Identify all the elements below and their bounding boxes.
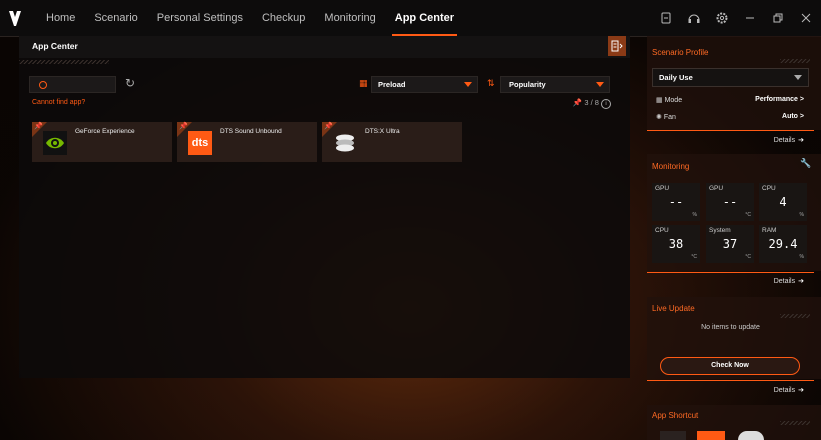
close-icon[interactable] xyxy=(799,11,813,25)
fan-label: Fan xyxy=(663,114,676,121)
chevron-down-icon xyxy=(464,82,472,87)
sort-label: Popularity xyxy=(509,80,546,89)
page-title: App Center xyxy=(32,41,78,51)
pin-counter: 📌 3 / 8 i xyxy=(573,98,611,109)
dtsx-icon xyxy=(333,131,357,155)
metric-cpu-usage: CPU 4% xyxy=(759,183,807,221)
scenario-profile-title: Scenario Profile xyxy=(652,48,709,57)
app-card-dts[interactable]: 📌 dts DTS Sound Unbound xyxy=(177,122,317,162)
dts-icon: dts xyxy=(188,131,212,155)
scenario-details-link[interactable]: Details ➔ xyxy=(774,136,804,144)
window-controls xyxy=(645,0,813,36)
refresh-icon[interactable]: ↻ xyxy=(125,76,135,90)
app-shortcut-title: App Shortcut xyxy=(652,411,699,420)
decorative-hatch xyxy=(780,421,810,425)
main-nav: Home Scenario Personal Settings Checkup … xyxy=(46,0,473,36)
info-icon[interactable]: i xyxy=(601,99,611,109)
restore-icon[interactable] xyxy=(771,11,785,25)
profile-icon[interactable] xyxy=(659,11,673,25)
wrench-icon[interactable]: 🔧 xyxy=(800,158,811,169)
filter-dropdown[interactable]: Preload xyxy=(371,76,478,93)
pin-icon[interactable]: 📌 xyxy=(34,122,43,130)
decorative-hatch xyxy=(780,59,810,63)
nav-app-center[interactable]: App Center xyxy=(391,0,458,36)
section-divider xyxy=(647,380,814,381)
pin-icon[interactable]: 📌 xyxy=(324,122,333,130)
nav-checkup[interactable]: Checkup xyxy=(262,0,305,36)
nav-personal-settings[interactable]: Personal Settings xyxy=(157,0,243,36)
metric-cpu-temp: CPU 38 °C xyxy=(652,225,700,263)
shortcut-item[interactable] xyxy=(697,431,725,440)
scenario-profile-value: Daily Use xyxy=(659,73,693,82)
live-update-message: No items to update xyxy=(701,324,760,331)
chevron-down-icon xyxy=(794,75,802,80)
live-update-details-link[interactable]: Details ➔ xyxy=(774,386,804,394)
arrow-right-icon: ➔ xyxy=(798,387,804,394)
app-card-dtsx[interactable]: 📌 DTS:X Ultra xyxy=(322,122,462,162)
headset-icon[interactable] xyxy=(687,11,701,25)
settings-icon[interactable] xyxy=(715,11,729,25)
minimize-icon[interactable] xyxy=(743,11,757,25)
predator-logo-icon xyxy=(9,11,21,26)
sort-icon: ⇅ xyxy=(487,78,495,88)
metric-system-temp: System 37 °C xyxy=(706,225,754,263)
geforce-icon xyxy=(43,131,67,155)
arrow-right-icon: ➔ xyxy=(798,137,804,144)
collapse-sidebar-button[interactable] xyxy=(608,36,626,56)
shortcut-item[interactable] xyxy=(660,431,686,440)
chevron-down-icon xyxy=(596,82,604,87)
mode-label: Mode xyxy=(664,97,683,104)
cannot-find-app-link[interactable]: Cannot find app? xyxy=(32,99,85,106)
filter-label: Preload xyxy=(378,80,406,89)
nav-monitoring[interactable]: Monitoring xyxy=(324,0,375,36)
collapse-icon xyxy=(611,40,623,52)
search-icon xyxy=(39,81,47,89)
live-update-title: Live Update xyxy=(652,304,695,313)
filter-icon: ▦ xyxy=(359,78,368,88)
pin-icon[interactable]: 📌 xyxy=(179,122,188,130)
section-divider xyxy=(647,130,814,131)
panel-header: App Center xyxy=(19,36,630,58)
details-label: Details xyxy=(773,137,796,144)
pin-count-text: 3 / 8 xyxy=(584,98,599,107)
app-name: DTS:X Ultra xyxy=(365,128,400,135)
details-label: Details xyxy=(773,278,796,285)
fan-row[interactable]: ✺ Fan xyxy=(656,113,676,121)
nav-scenario[interactable]: Scenario xyxy=(94,0,137,36)
decorative-hatch xyxy=(780,314,810,318)
monitoring-title: Monitoring xyxy=(652,162,690,171)
check-now-button[interactable]: Check Now xyxy=(660,357,800,375)
sort-dropdown[interactable]: Popularity xyxy=(500,76,610,93)
app-center-panel: App Center ↻ ▦ Preload ⇅ Popularity Cann… xyxy=(19,36,630,378)
nav-home[interactable]: Home xyxy=(46,0,75,36)
pin-icon: 📌 xyxy=(572,98,583,107)
metric-gpu-usage: GPU --% xyxy=(652,183,700,221)
fan-icon: ✺ xyxy=(656,114,662,121)
shortcut-item[interactable] xyxy=(738,431,764,440)
monitoring-details-link[interactable]: Details ➔ xyxy=(774,277,804,285)
decorative-hatch xyxy=(19,60,109,64)
arrow-right-icon: ➔ xyxy=(798,278,804,285)
app-name: DTS Sound Unbound xyxy=(220,128,282,135)
fan-value[interactable]: Auto > xyxy=(782,113,804,120)
metric-ram-usage: RAM 29.4% xyxy=(759,225,807,263)
app-name: GeForce Experience xyxy=(75,128,135,135)
metric-gpu-temp: GPU -- °C xyxy=(706,183,754,221)
top-bar: Home Scenario Personal Settings Checkup … xyxy=(0,0,821,37)
section-divider xyxy=(647,272,814,273)
mode-row[interactable]: ▦ Mode xyxy=(656,96,682,104)
scenario-profile-select[interactable]: Daily Use xyxy=(652,68,809,87)
app-card-geforce[interactable]: 📌 GeForce Experience xyxy=(32,122,172,162)
details-label: Details xyxy=(773,387,796,394)
mode-icon: ▦ xyxy=(656,97,663,104)
mode-value[interactable]: Performance > xyxy=(755,96,804,103)
